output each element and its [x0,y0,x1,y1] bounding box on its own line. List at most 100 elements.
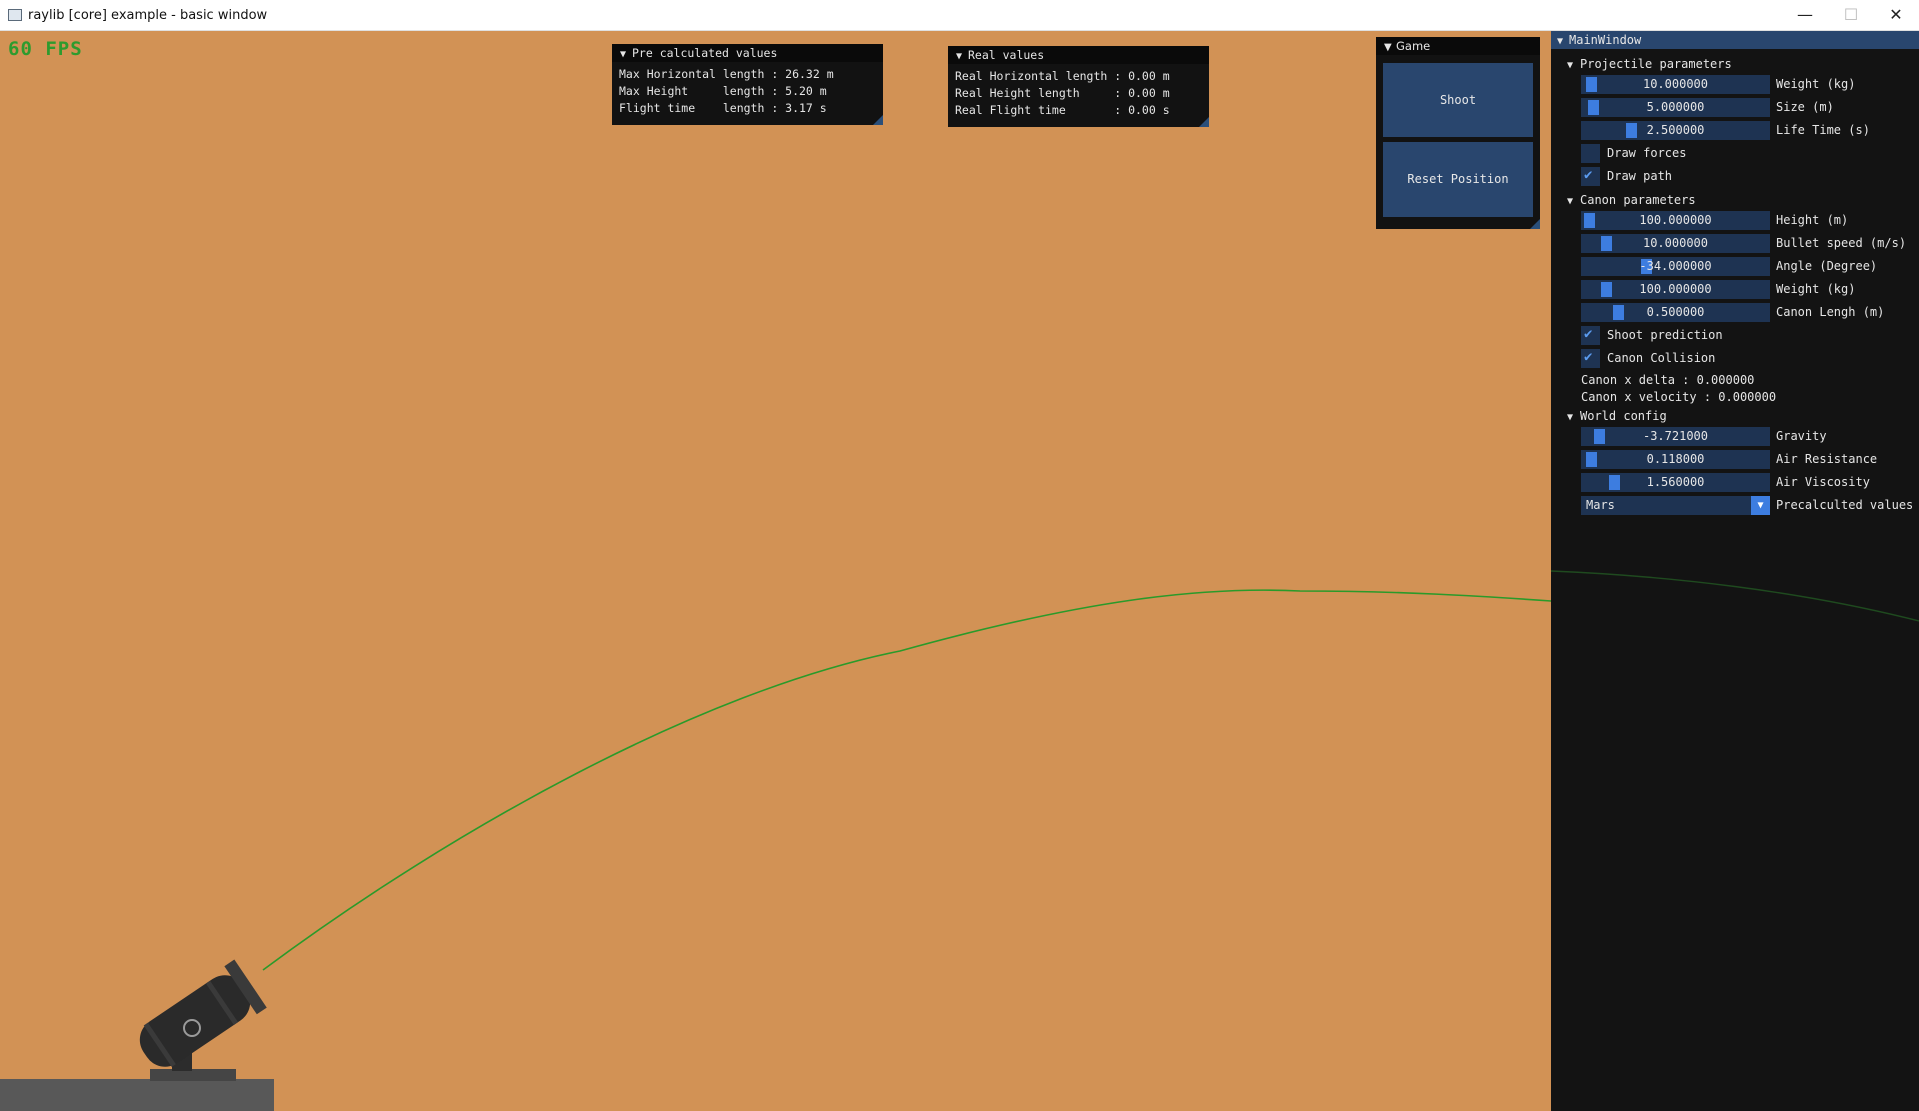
precalc-line-flight-time: Flight time length : 3.17 s [619,101,827,115]
collapse-arrow-icon[interactable]: ▼ [1557,33,1569,51]
game-window-title: Game [1396,39,1431,53]
trajectory-path [262,589,1551,971]
collapse-arrow-icon[interactable]: ▼ [620,46,632,64]
gravity-label: Gravity [1776,429,1827,443]
draw-forces-checkbox[interactable] [1581,144,1600,163]
slider-value: -3.721000 [1642,429,1709,443]
check-icon: ✔ [1584,349,1593,365]
canon-length-slider[interactable]: 0.500000 [1581,303,1770,322]
slider-value: 10.000000 [1642,236,1709,250]
game-window-header[interactable]: ▼ Game [1376,37,1540,55]
slider-value: 0.118000 [1646,452,1705,466]
canon-x-velocity-text: Canon x velocity : 0.000000 [1581,390,1777,404]
slider-value: -34.000000 [1639,259,1712,273]
game-window[interactable]: ▼ Game Shoot Reset Position [1376,37,1540,229]
projectile-lifetime-slider[interactable]: 2.500000 [1581,121,1770,140]
precalculated-values-select[interactable]: Mars ▼ [1581,496,1770,515]
air-resistance-slider[interactable]: 0.118000 [1581,450,1770,469]
precalculated-values-label: Precalculted values [1776,498,1914,512]
check-icon: ✔ [1584,167,1593,183]
minimize-button[interactable]: — [1782,0,1828,30]
canon [139,959,267,1071]
canon-weight-label: Weight (kg) [1776,282,1856,296]
real-line-horizontal: Real Horizontal length : 0.00 m [955,69,1170,83]
real-values-window-title: Real values [968,48,1045,62]
air-viscosity-slider[interactable]: 1.560000 [1581,473,1770,492]
world-config-header[interactable]: ▼ World config [1567,408,1667,426]
real-values-window-header[interactable]: ▼ Real values [948,46,1209,64]
simulation-viewport[interactable] [0,31,1551,1111]
projectile-size-slider[interactable]: 5.000000 [1581,98,1770,117]
precalc-window[interactable]: ▼ Pre calculated values Max Horizontal le… [612,44,883,125]
air-viscosity-label: Air Viscosity [1776,475,1870,489]
window-titlebar: raylib [core] example - basic window — ☐… [0,0,1919,31]
chevron-down-icon[interactable]: ▼ [1751,496,1770,515]
maximize-button[interactable]: ☐ [1828,0,1874,30]
window-title: raylib [core] example - basic window [28,8,268,23]
draw-path-label: Draw path [1607,169,1673,183]
gravity-slider[interactable]: -3.721000 [1581,427,1770,446]
projectile-parameters-label: Projectile parameters [1580,57,1732,71]
slider-value: 10.000000 [1642,77,1709,91]
tree-arrow-icon[interactable]: ▼ [1567,58,1580,74]
canon-base-step [150,1069,236,1081]
slider-value: 100.000000 [1639,213,1712,227]
bullet-speed-label: Bullet speed (m/s) [1776,236,1907,250]
collapse-arrow-icon[interactable]: ▼ [956,48,968,66]
trajectory-overflow [1551,570,1919,622]
precalc-line-height: Max Height length : 5.20 m [619,84,827,98]
shoot-button[interactable]: Shoot [1383,63,1533,137]
reset-position-button[interactable]: Reset Position [1383,142,1533,217]
fps-counter: 60 FPS [8,38,83,60]
canon-weight-slider[interactable]: 100.000000 [1581,280,1770,299]
resize-grip[interactable] [873,115,883,125]
select-value: Mars [1586,498,1615,512]
slider-value: 0.500000 [1646,305,1705,319]
tree-arrow-icon[interactable]: ▼ [1567,194,1580,210]
slider-value: 2.500000 [1646,123,1705,137]
scene-canvas [0,589,1551,1111]
check-icon: ✔ [1584,326,1593,342]
resize-grip[interactable] [1530,219,1540,229]
shoot-prediction-label: Shoot prediction [1607,328,1723,342]
projectile-lifetime-label: Life Time (s) [1776,123,1870,137]
resize-grip[interactable] [1199,117,1209,127]
projectile-weight-slider[interactable]: 10.000000 [1581,75,1770,94]
world-config-label: World config [1580,409,1667,423]
real-line-height: Real Height length : 0.00 m [955,86,1170,100]
canon-parameters-header[interactable]: ▼ Canon parameters [1567,192,1696,210]
app-icon [8,9,22,21]
precalc-window-title: Pre calculated values [632,46,778,60]
collapse-arrow-icon[interactable]: ▼ [1384,39,1396,57]
main-window-header[interactable]: ▼ MainWindow [1551,31,1919,49]
ground-platform [0,1079,274,1111]
canon-height-slider[interactable]: 100.000000 [1581,211,1770,230]
canon-angle-slider[interactable]: -34.000000 [1581,257,1770,276]
canon-height-label: Height (m) [1776,213,1849,227]
slider-value: 100.000000 [1639,282,1712,296]
projectile-size-label: Size (m) [1776,100,1834,114]
projectile-weight-label: Weight (kg) [1776,77,1856,91]
real-values-window[interactable]: ▼ Real values Real Horizontal length : 0.… [948,46,1209,127]
precalc-window-header[interactable]: ▼ Pre calculated values [612,44,883,62]
precalc-line-horizontal: Max Horizontal length : 26.32 m [619,67,834,81]
slider-value: 1.560000 [1646,475,1705,489]
slider-value: 5.000000 [1646,100,1705,114]
real-line-flight-time: Real Flight time : 0.00 s [955,103,1170,117]
main-window-title: MainWindow [1569,33,1642,47]
main-window[interactable]: ▼ MainWindow ▼ Projectile parameters 10.00… [1551,31,1919,1111]
canon-collision-checkbox[interactable]: ✔ [1581,349,1600,368]
canon-angle-label: Angle (Degree) [1776,259,1878,273]
bullet-speed-slider[interactable]: 10.000000 [1581,234,1770,253]
air-resistance-label: Air Resistance [1776,452,1878,466]
projectile-parameters-header[interactable]: ▼ Projectile parameters [1567,56,1732,74]
canon-x-delta-text: Canon x delta : 0.000000 [1581,373,1755,387]
canon-length-label: Canon Lengh (m) [1776,305,1885,319]
close-button[interactable]: ✕ [1873,0,1919,30]
canon-parameters-label: Canon parameters [1580,193,1696,207]
draw-path-checkbox[interactable]: ✔ [1581,167,1600,186]
canon-collision-label: Canon Collision [1607,351,1716,365]
shoot-prediction-checkbox[interactable]: ✔ [1581,326,1600,345]
tree-arrow-icon[interactable]: ▼ [1567,410,1580,426]
draw-forces-label: Draw forces [1607,146,1687,160]
